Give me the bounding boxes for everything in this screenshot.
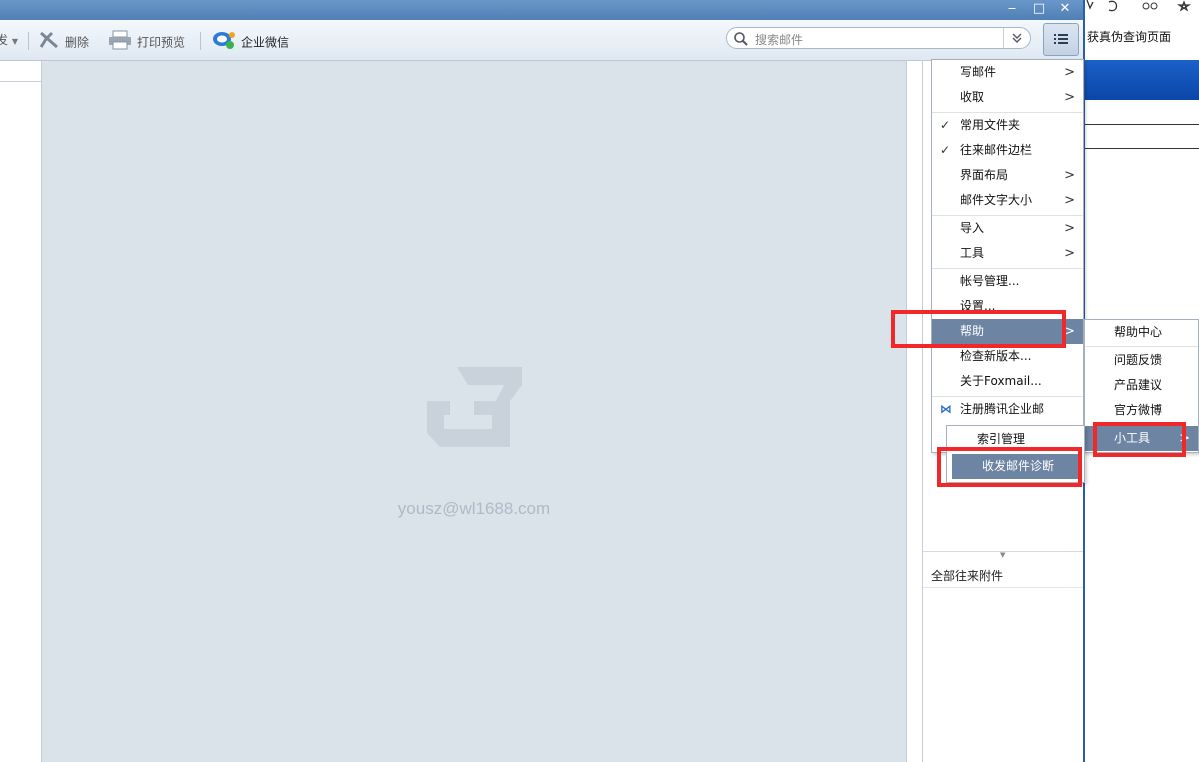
close-icon[interactable]: ✕ — [1056, 1, 1074, 17]
minimize-icon[interactable]: ‒ — [1003, 1, 1021, 17]
main-menu: 写邮件 > 收取 > ✓ 常用文件夹 ✓ 往来邮件边栏 界面布局 > 邮件文字大小 > 导入… — [931, 59, 1084, 453]
toolbar-divider — [28, 32, 29, 50]
browser-toolbar-icons — [1085, 0, 1199, 18]
printer-icon — [108, 30, 132, 56]
annotation-box-diagnosis — [937, 447, 1082, 487]
chevron-right-icon: > — [1064, 221, 1075, 236]
checkmark-icon: ✓ — [940, 118, 951, 132]
maximize-icon[interactable]: □ — [1030, 1, 1048, 17]
title-bar: ‒ □ ✕ — [0, 0, 1083, 20]
annotation-box-utilities — [1093, 422, 1186, 457]
delete-icon — [38, 30, 60, 56]
search-placeholder: 搜索邮件 — [755, 33, 804, 47]
reading-pane: yousz@wl1688.com — [42, 61, 906, 762]
toolbar-divider — [200, 32, 201, 50]
browser-header-band — [1085, 60, 1199, 100]
foxmail-logo-icon — [422, 361, 532, 459]
chevron-right-icon: > — [1064, 90, 1075, 105]
all-attachments-label[interactable]: 全部往来附件 — [931, 567, 1003, 584]
search-input[interactable]: 搜索邮件 — [726, 27, 1031, 49]
menu-item-layout[interactable]: 界面布局 > — [932, 163, 1083, 188]
menu-item-suggestion[interactable]: 产品建议 — [1085, 373, 1198, 398]
tencent-exmail-icon: ⋈ — [940, 402, 952, 416]
browser-page-title[interactable]: 获真伪查询页面 — [1087, 28, 1171, 45]
menu-item-register-exmail[interactable]: ⋈ 注册腾讯企业邮 — [932, 397, 1083, 422]
wechat-work-button[interactable]: 企业微信 — [212, 30, 289, 50]
menu-item-accounts[interactable]: 帐号管理... — [932, 269, 1083, 294]
menu-list-icon — [1054, 34, 1068, 44]
search-icon — [733, 31, 749, 50]
print-preview-label: 打印预览 — [137, 35, 186, 50]
search-options-icon[interactable] — [1003, 28, 1030, 48]
chevron-right-icon: > — [1064, 246, 1075, 261]
menu-item-help-center[interactable]: 帮助中心 — [1085, 320, 1198, 345]
menu-item-compose[interactable]: 写邮件 > — [932, 60, 1083, 85]
account-email: yousz@wl1688.com — [397, 499, 551, 518]
collapse-arrow-icon[interactable]: ▼ — [1000, 551, 1005, 559]
forward-button[interactable]: 发 ▼ — [0, 30, 18, 50]
main-menu-button[interactable] — [1043, 23, 1079, 56]
folder-pane — [0, 61, 42, 762]
delete-label: 删除 — [65, 35, 90, 50]
menu-item-receive[interactable]: 收取 > — [932, 85, 1083, 110]
wechat-work-icon — [212, 30, 236, 56]
delete-button[interactable]: 删除 — [38, 30, 89, 50]
pane-splitter[interactable] — [906, 61, 923, 762]
menu-item-about[interactable]: 关于Foxmail... — [932, 369, 1083, 394]
menu-item-tools[interactable]: 工具 > — [932, 241, 1083, 266]
forward-label: 发 — [0, 33, 9, 47]
foxmail-window: ‒ □ ✕ 发 ▼ 删除 打印预览 企业微信 搜索邮件 yousz@wl1688… — [0, 0, 1083, 762]
chevron-right-icon: > — [1064, 168, 1075, 183]
checkmark-icon: ✓ — [940, 143, 951, 157]
menu-item-common-folders[interactable]: ✓ 常用文件夹 — [932, 113, 1083, 138]
menu-item-import[interactable]: 导入 > — [932, 216, 1083, 241]
annotation-box-help — [891, 310, 1066, 348]
chevron-right-icon: > — [1064, 193, 1075, 208]
chevron-right-icon: > — [1064, 65, 1075, 80]
menu-item-feedback[interactable]: 问题反馈 — [1085, 348, 1198, 373]
menu-item-weibo[interactable]: 官方微博 — [1085, 398, 1198, 423]
menu-item-correspondence-bar[interactable]: ✓ 往来邮件边栏 — [932, 138, 1083, 163]
print-preview-button[interactable]: 打印预览 — [108, 30, 185, 50]
menu-item-font-size[interactable]: 邮件文字大小 > — [932, 188, 1083, 213]
wechat-work-label: 企业微信 — [241, 35, 290, 50]
